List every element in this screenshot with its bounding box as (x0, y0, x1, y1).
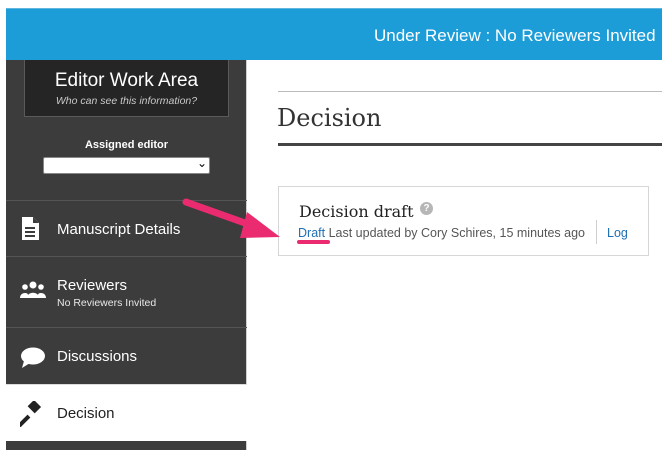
sidebar: Editor Work Area Who can see this inform… (6, 60, 247, 450)
sidebar-item-decision[interactable]: Decision (6, 384, 247, 441)
log-link[interactable]: Log (607, 226, 628, 240)
content-top-divider (278, 91, 662, 92)
help-icon[interactable]: ? (420, 202, 433, 215)
draft-link[interactable]: Draft (298, 226, 325, 240)
people-icon (20, 281, 46, 304)
review-status-text: Under Review : No Reviewers Invited (374, 26, 656, 45)
sidebar-item-discussions[interactable]: Discussions (6, 327, 247, 384)
assigned-editor-select[interactable]: ⌄ (43, 156, 210, 174)
annotation-underline (297, 240, 330, 244)
sidebar-item-label: Decision (57, 405, 115, 422)
sidebar-item-label: Manuscript Details (57, 221, 181, 238)
decision-draft-title: Decision draft (299, 202, 414, 221)
editor-work-area: Editor Work Area Who can see this inform… (24, 60, 229, 117)
divider (596, 220, 597, 244)
document-icon (20, 216, 40, 246)
annotation-arrow-icon (182, 198, 280, 238)
sidebar-item-label: Discussions (57, 348, 138, 365)
last-updated-text: Last updated by Cory Schires, 15 minutes… (328, 226, 585, 240)
sidebar-item-label: Reviewers (57, 277, 128, 294)
draft-status-line: Draft Last updated by Cory Schires, 15 m… (298, 226, 585, 240)
gavel-icon (17, 399, 46, 432)
sidebar-item-sublabel: No Reviewers Invited (57, 297, 157, 309)
work-area-title: Editor Work Area (54, 70, 199, 91)
status-header: Under Review : No Reviewers Invited (6, 8, 662, 60)
decision-draft-card: Decision draft ? Draft Last updated by C… (278, 186, 649, 256)
chat-bubble-icon (20, 347, 46, 374)
chevron-down-icon: ⌄ (196, 156, 207, 170)
visibility-info-link[interactable]: Who can see this information? (25, 95, 228, 107)
sidebar-item-reviewers[interactable]: Reviewers No Reviewers Invited (6, 256, 247, 327)
title-divider (278, 143, 662, 146)
page-title: Decision (277, 104, 382, 132)
assigned-editor-label: Assigned editor (84, 139, 169, 151)
